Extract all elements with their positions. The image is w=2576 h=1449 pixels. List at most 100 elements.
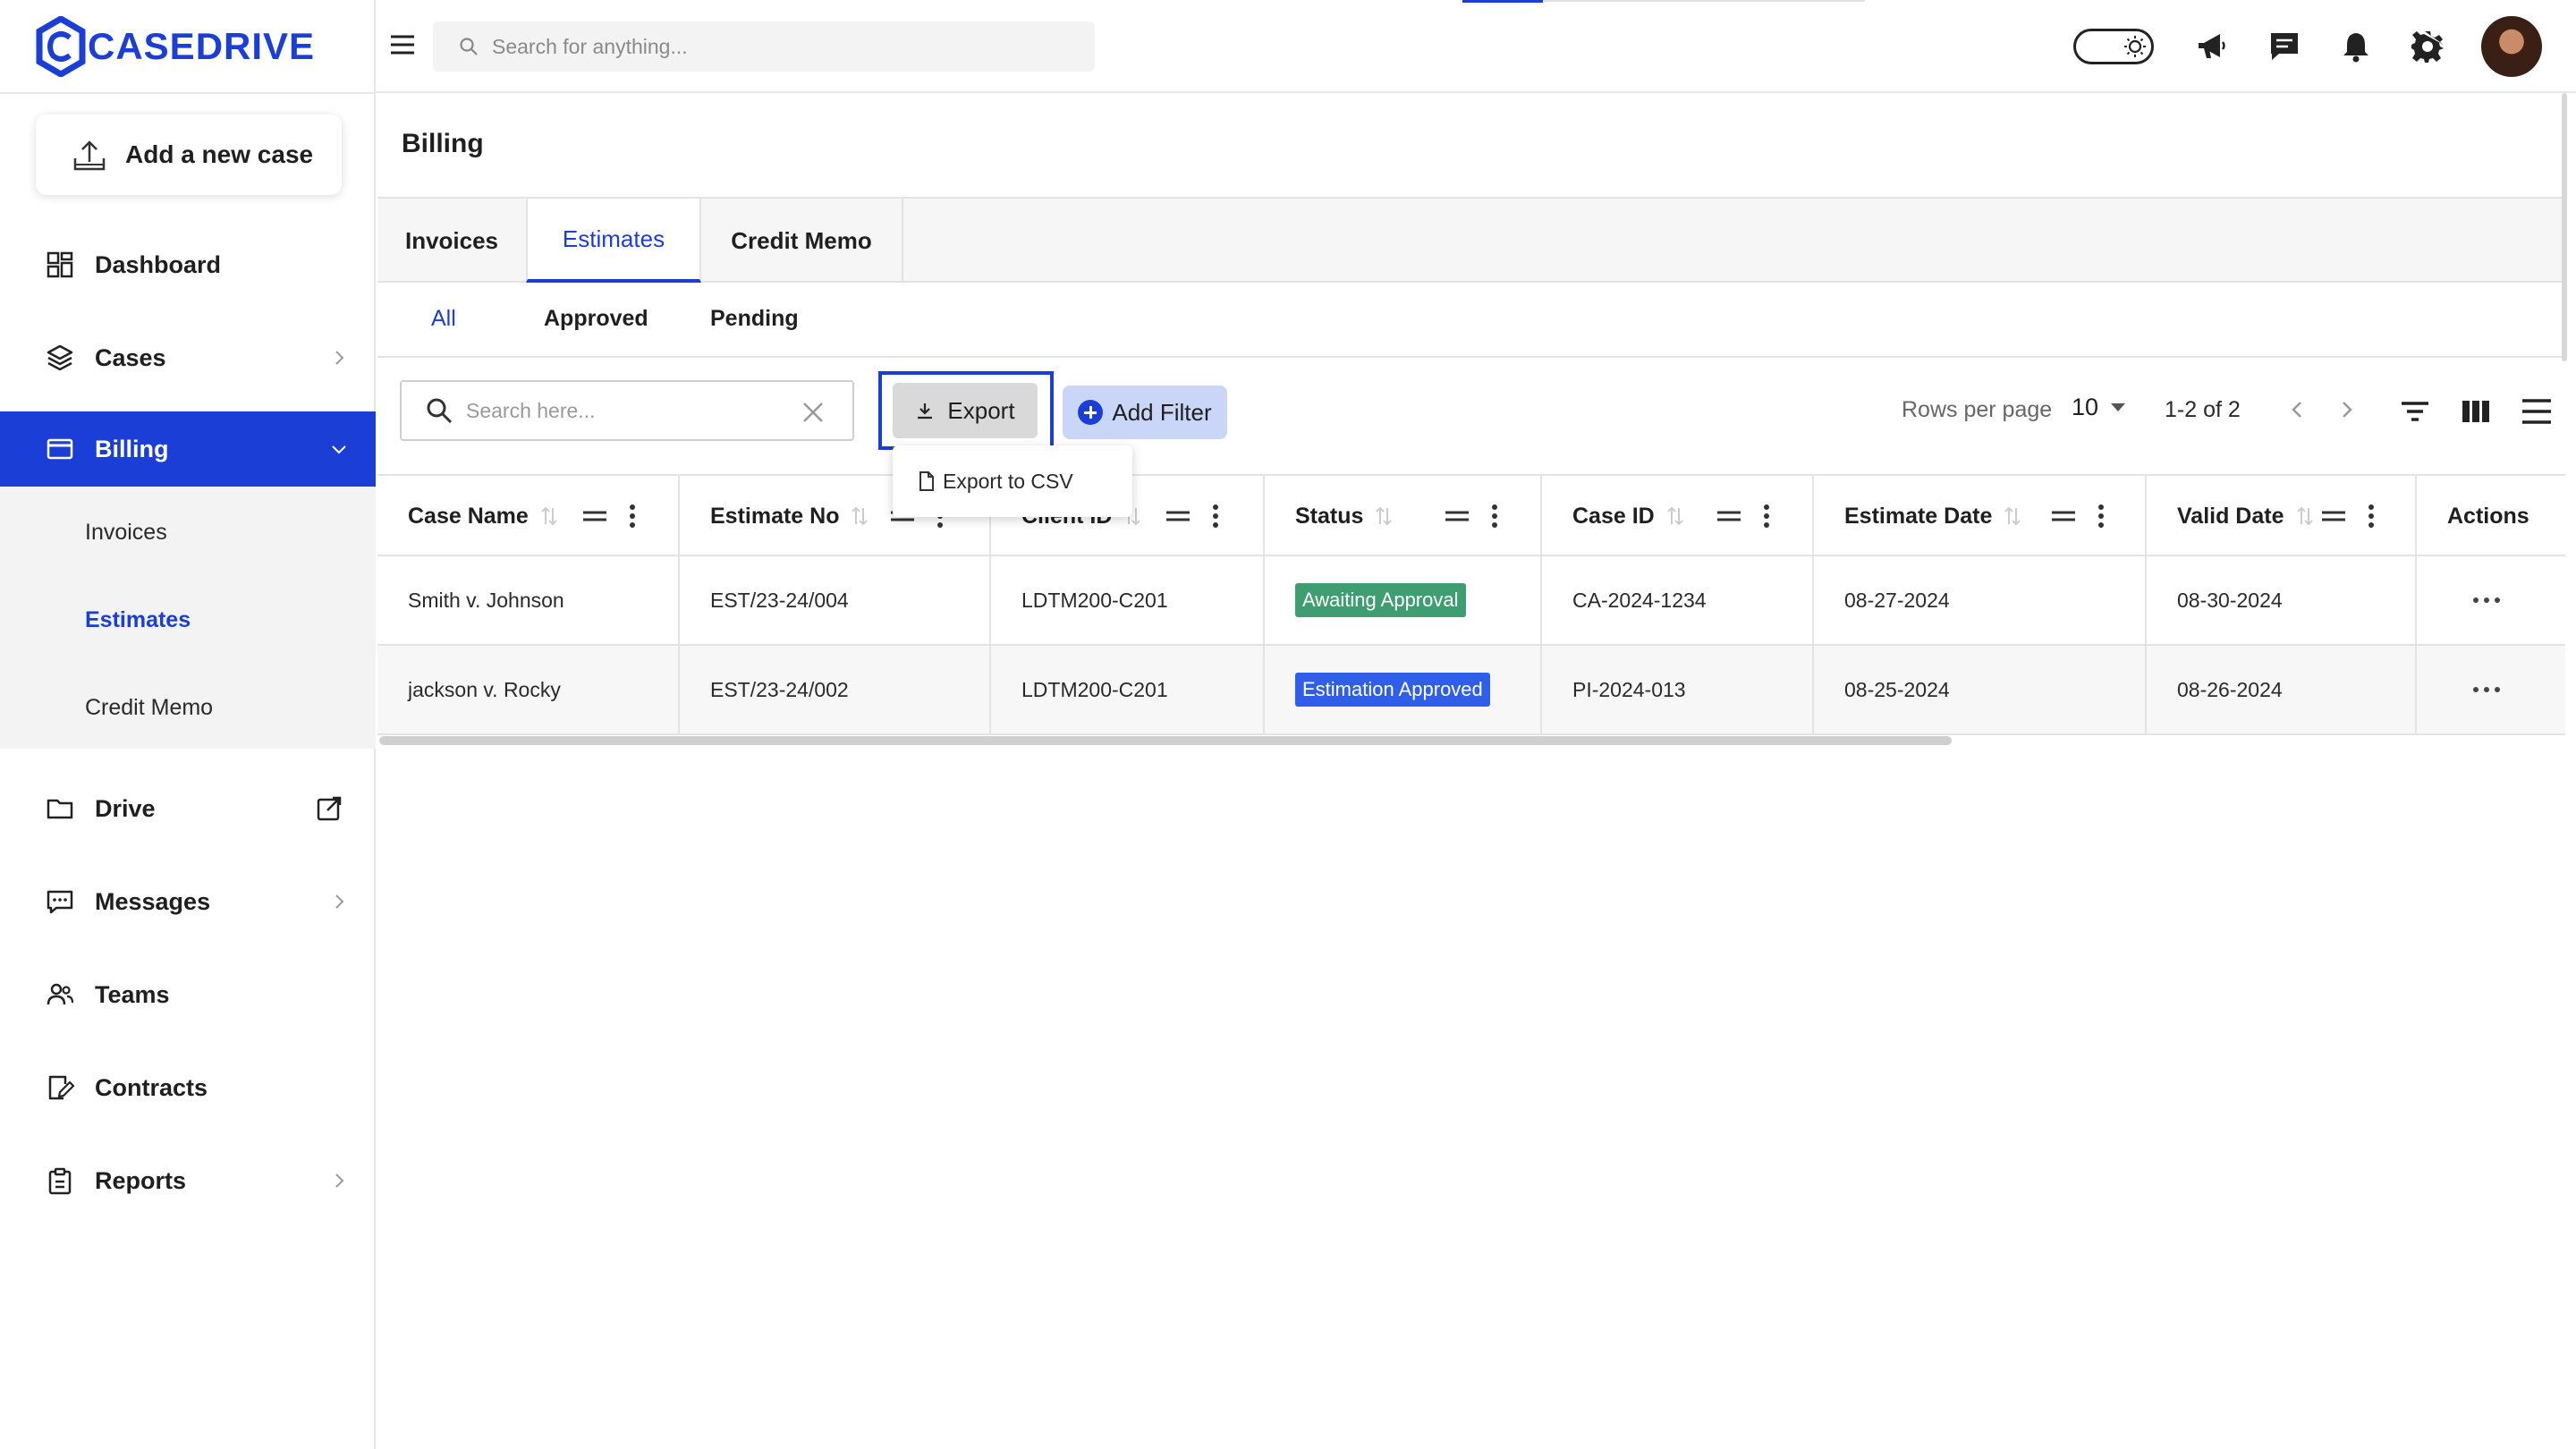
external-link-icon[interactable] [315, 794, 343, 823]
sidebar-item-cases[interactable]: Cases [0, 320, 376, 395]
column-header-case-id[interactable]: Case ID [1542, 476, 1814, 556]
column-header-status[interactable]: Status [1265, 476, 1542, 556]
cell-estimate-no: EST/23-24/004 [680, 556, 991, 644]
announcements-button[interactable] [2191, 27, 2231, 66]
sort-icon[interactable] [2295, 504, 2315, 528]
table-row[interactable]: Smith v. Johnson EST/23-24/004 LDTM200-C… [377, 556, 2565, 646]
table-search-input[interactable] [466, 398, 788, 423]
kebab-menu-icon[interactable] [1490, 504, 1499, 529]
sort-icon[interactable] [2003, 504, 2022, 528]
drag-handle-icon[interactable] [581, 509, 608, 523]
table-row[interactable]: jackson v. Rocky EST/23-24/002 LDTM200-C… [377, 646, 2565, 735]
vertical-scrollbar[interactable] [2562, 93, 2567, 361]
kebab-menu-icon[interactable] [628, 504, 637, 529]
user-avatar[interactable] [2481, 16, 2542, 77]
sidebar-item-teams[interactable]: Teams [0, 957, 376, 1032]
sidebar-item-billing[interactable]: Billing [0, 411, 376, 487]
chevron-right-icon [335, 1174, 344, 1188]
sidebar-item-dashboard[interactable]: Dashboard [0, 227, 376, 302]
drag-handle-icon[interactable] [1444, 509, 1470, 523]
sidebar-subitem-credit-memo[interactable]: Credit Memo [85, 695, 213, 721]
sort-icon[interactable] [1374, 504, 1394, 528]
table-header: Case Name Estimate No Client ID Status C… [377, 474, 2565, 556]
menu-icon[interactable] [388, 30, 417, 59]
sort-icon[interactable] [850, 504, 869, 528]
file-icon [919, 471, 934, 491]
progress-indicator [1462, 0, 1543, 3]
chevron-down-icon [332, 445, 346, 454]
sidebar-subitem-invoices[interactable]: Invoices [85, 520, 167, 546]
subtab-pending[interactable]: Pending [710, 306, 799, 332]
folder-icon [45, 793, 75, 824]
sidebar-item-reports[interactable]: Reports [0, 1143, 376, 1218]
cell-status: Awaiting Approval [1265, 556, 1542, 644]
chat-button[interactable] [2265, 27, 2304, 66]
status-badge: Awaiting Approval [1295, 583, 1466, 617]
kebab-menu-icon[interactable] [2097, 504, 2106, 529]
density-icon[interactable] [2519, 394, 2555, 429]
drag-handle-icon[interactable] [1716, 509, 1742, 523]
plus-circle-icon [1078, 400, 1104, 425]
kebab-menu-icon[interactable] [1211, 504, 1220, 529]
search-icon [460, 38, 478, 55]
rows-per-page-value: 10 [2072, 394, 2099, 420]
global-search-box[interactable] [433, 21, 1095, 72]
more-horizontal-icon[interactable] [2472, 686, 2501, 693]
add-new-case-button[interactable]: Add a new case [36, 114, 342, 195]
sidebar-item-label: Drive [95, 794, 156, 822]
sidebar-subitem-estimates[interactable]: Estimates [85, 607, 191, 633]
subtab-approved[interactable]: Approved [544, 306, 648, 332]
columns-icon[interactable] [2458, 394, 2494, 429]
upload-icon [73, 140, 106, 171]
cell-case-id: CA-2024-1234 [1542, 556, 1814, 644]
column-title: Case Name [408, 503, 529, 529]
chevron-right-icon[interactable] [2331, 394, 2363, 426]
notifications-button[interactable] [2336, 27, 2376, 66]
drag-handle-icon[interactable] [1165, 509, 1191, 523]
bell-icon [2343, 33, 2368, 63]
filter-icon[interactable] [2397, 394, 2433, 429]
export-button[interactable]: Export [893, 383, 1038, 438]
chevron-left-icon[interactable] [2281, 394, 2313, 426]
kebab-menu-icon[interactable] [2367, 504, 2376, 529]
rows-per-page-select[interactable]: 10 [2072, 394, 2126, 421]
top-bar [376, 0, 2576, 93]
tab-estimates[interactable]: Estimates [526, 199, 701, 283]
horizontal-scrollbar[interactable] [379, 736, 1952, 745]
subtab-all[interactable]: All [431, 306, 456, 332]
sidebar-item-contracts[interactable]: Contracts [0, 1050, 376, 1125]
column-header-case-name[interactable]: Case Name [377, 476, 680, 556]
layers-icon [45, 343, 75, 373]
sort-icon[interactable] [1665, 504, 1685, 528]
table-search-box[interactable] [400, 380, 854, 441]
tab-credit-memo[interactable]: Credit Memo [701, 199, 903, 283]
column-header-valid-date[interactable]: Valid Date [2147, 476, 2417, 556]
logo[interactable]: CASEDRIVE [36, 14, 315, 79]
cell-valid-date: 08-30-2024 [2147, 556, 2417, 644]
caret-down-icon [2111, 403, 2126, 411]
progress-track [1543, 0, 1865, 2]
cell-actions [2417, 646, 2565, 733]
sidebar-item-drive[interactable]: Drive [0, 771, 376, 846]
page-title: Billing [402, 129, 484, 158]
add-filter-button[interactable]: Add Filter [1063, 386, 1227, 439]
download-icon [918, 403, 933, 419]
export-to-csv-menu-item[interactable]: Export to CSV [893, 445, 1132, 517]
theme-toggle[interactable] [2073, 29, 2154, 64]
sidebar-item-label: Messages [95, 887, 211, 915]
sort-icon[interactable] [539, 504, 559, 528]
drag-handle-icon[interactable] [2050, 509, 2077, 523]
more-horizontal-icon[interactable] [2472, 597, 2501, 604]
close-icon[interactable] [801, 400, 826, 425]
drag-handle-icon[interactable] [2320, 509, 2347, 523]
tab-invoices[interactable]: Invoices [377, 199, 528, 283]
global-search-input[interactable] [492, 34, 1029, 59]
sidebar-item-label: Teams [95, 980, 170, 1008]
column-header-estimate-date[interactable]: Estimate Date [1814, 476, 2147, 556]
sidebar-item-messages[interactable]: Messages [0, 864, 376, 939]
status-subtabs: All Approved Pending [377, 283, 2565, 358]
kebab-menu-icon[interactable] [1762, 504, 1771, 529]
column-title: Estimate No [710, 503, 840, 529]
divider [0, 92, 376, 94]
settings-button[interactable] [2408, 27, 2447, 66]
